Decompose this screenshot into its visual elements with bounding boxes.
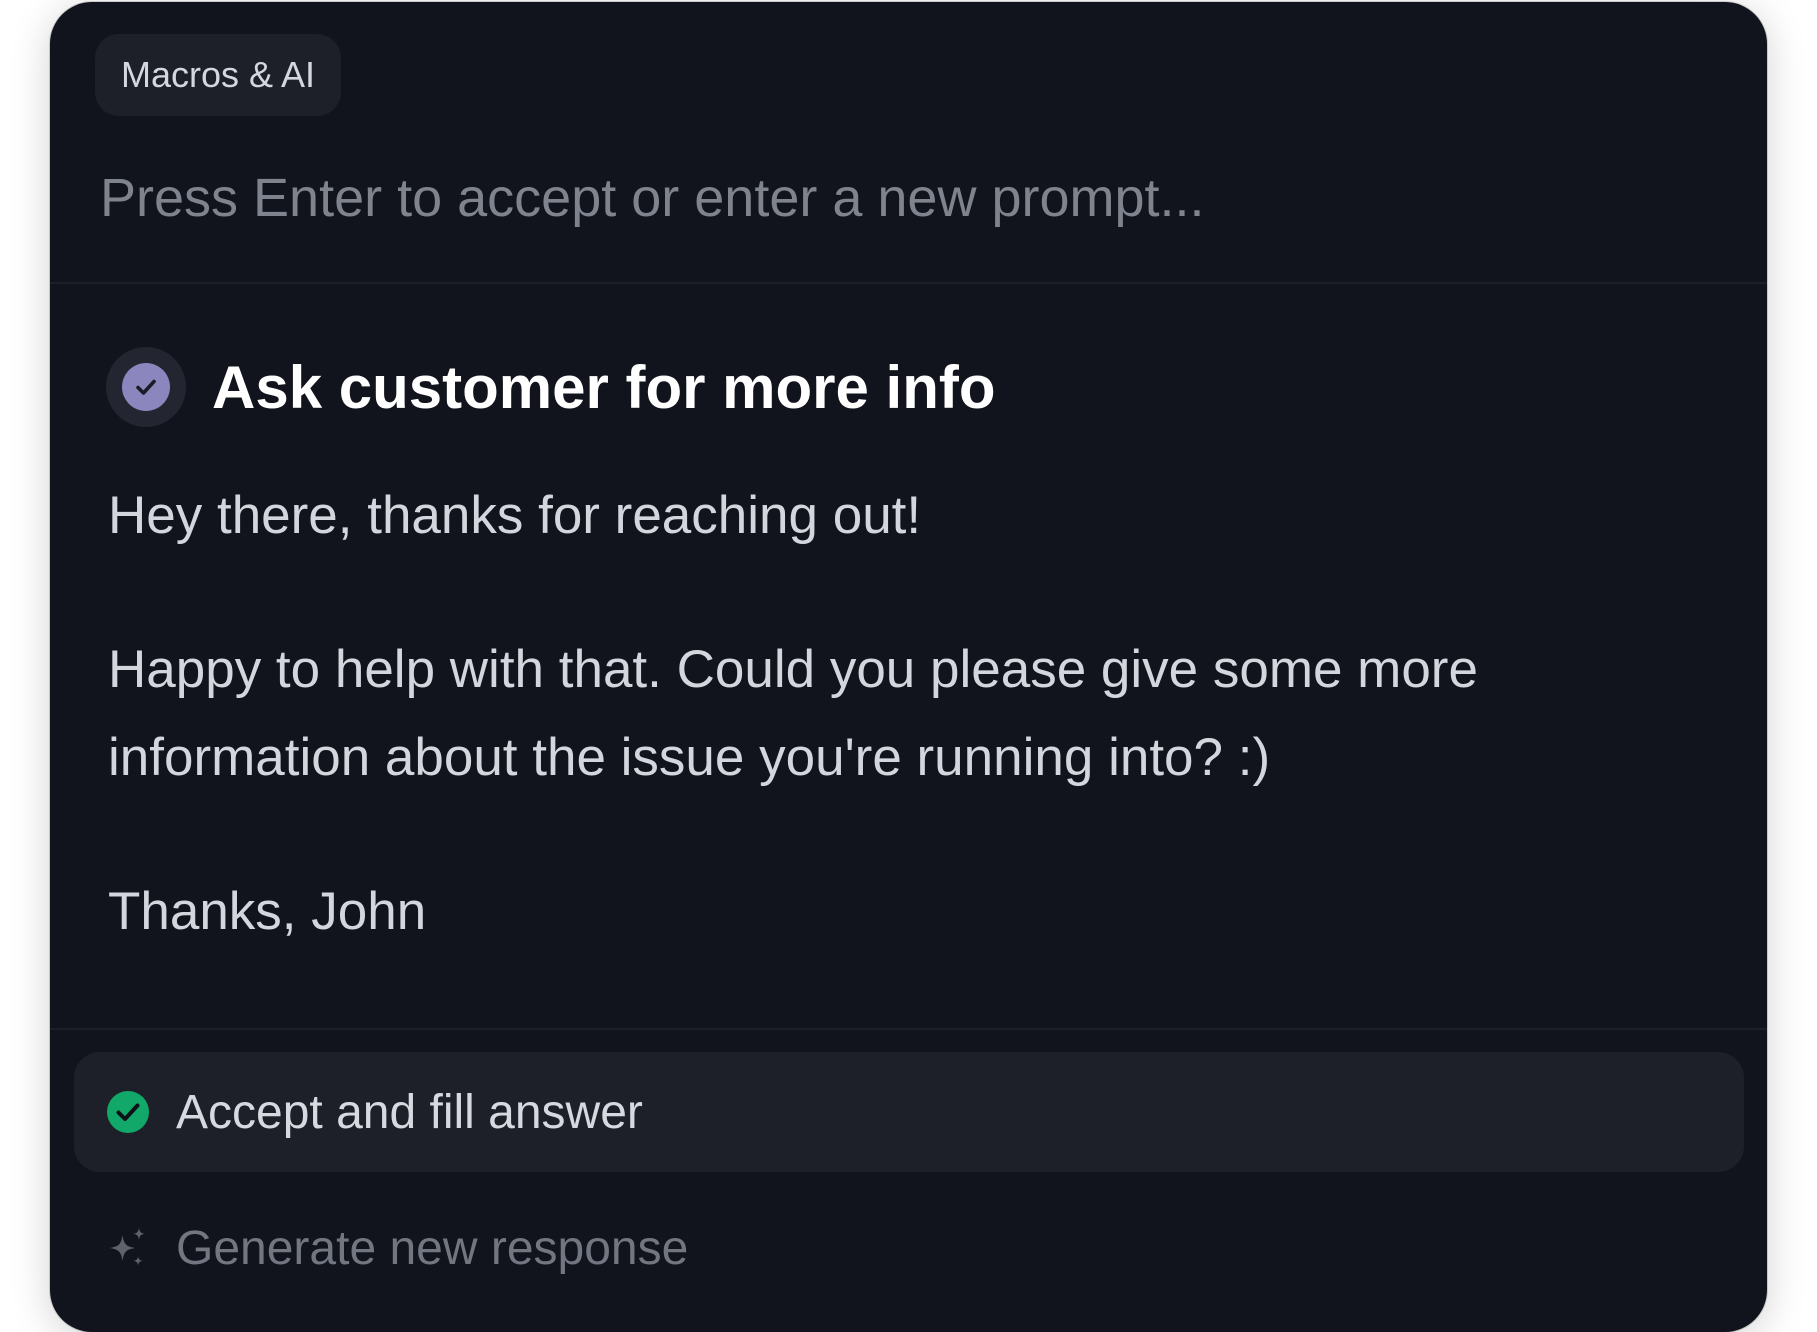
macro-body-line-2: information about the issue you're runni…: [108, 728, 1271, 787]
green-check-icon: [106, 1090, 150, 1134]
divider-bottom: [50, 1028, 1767, 1030]
accept-fill-answer-button[interactable]: Accept and fill answer: [74, 1052, 1744, 1172]
prompt-input[interactable]: [100, 152, 1700, 244]
macros-ai-panel: Macros & AI Ask customer for more info H…: [50, 2, 1767, 1332]
macro-signoff: Thanks, John: [108, 882, 427, 941]
check-circle-icon: [106, 347, 186, 427]
macros-ai-tag[interactable]: Macros & AI: [95, 34, 342, 116]
generate-new-response-label: Generate new response: [176, 1221, 689, 1275]
generate-new-response-button[interactable]: Generate new response: [74, 1188, 1744, 1308]
macro-title: Ask customer for more info: [212, 353, 996, 421]
macro-header: Ask customer for more info: [106, 347, 996, 427]
divider-top: [50, 282, 1767, 284]
macro-greeting: Hey there, thanks for reaching out!: [108, 486, 922, 545]
sparkles-icon: [106, 1226, 150, 1270]
accept-fill-answer-label: Accept and fill answer: [176, 1085, 643, 1139]
macro-body-line-1: Happy to help with that. Could you pleas…: [108, 640, 1478, 699]
